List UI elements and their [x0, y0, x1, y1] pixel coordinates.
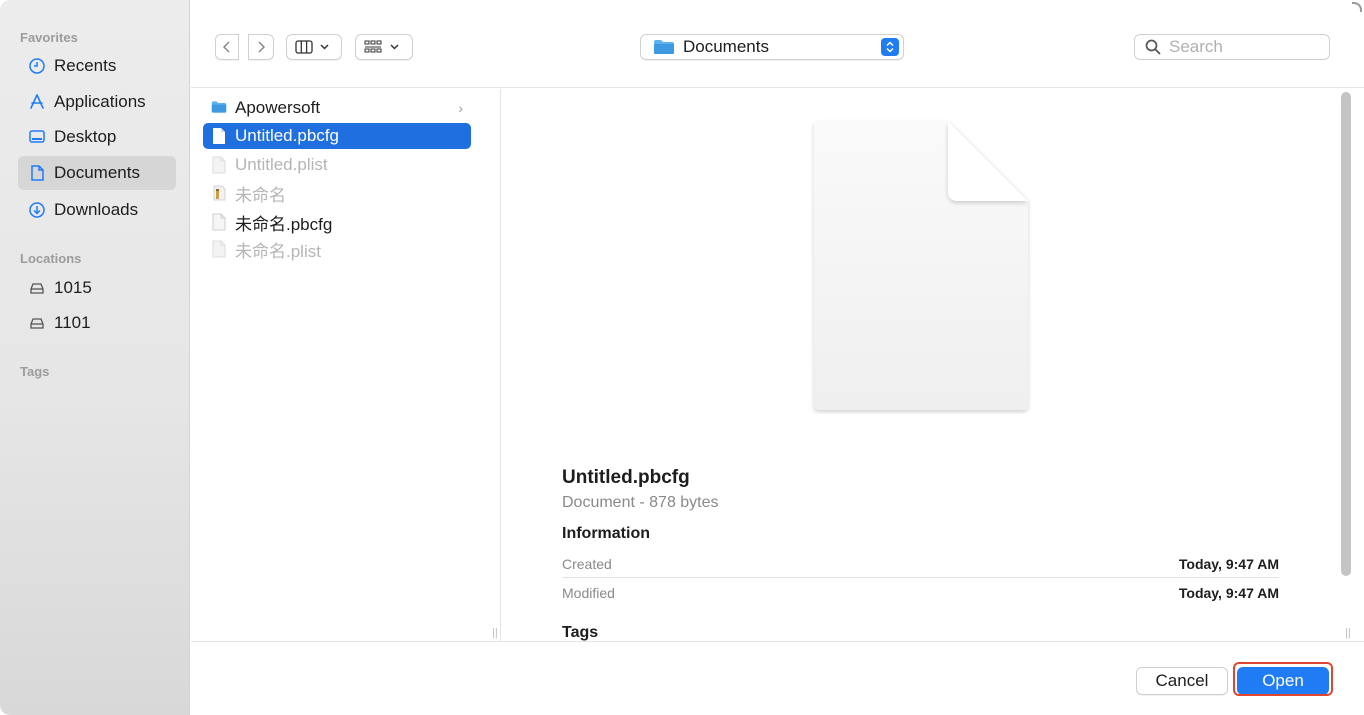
applications-icon — [28, 93, 46, 111]
sidebar-section-favorites: Favorites — [20, 30, 78, 45]
sidebar-item-label: Applications — [54, 92, 146, 111]
file-row-apowersoft[interactable]: Apowersoft › — [203, 95, 471, 121]
file-name: Untitled.plist — [235, 155, 328, 174]
sidebar-item-label: Desktop — [54, 127, 117, 146]
sidebar-item-recents[interactable]: Recents — [18, 49, 176, 83]
updown-chevron-icon — [881, 38, 899, 56]
information-heading: Information — [562, 525, 650, 542]
group-by-button[interactable] — [355, 34, 413, 60]
folder-icon — [654, 40, 674, 54]
open-button-highlight — [1233, 662, 1333, 696]
search-placeholder: Search — [1169, 37, 1223, 56]
sidebar-item-label: 1015 — [54, 278, 92, 297]
location-popup-label: Documents — [683, 37, 769, 56]
file-icon — [211, 240, 227, 258]
archive-icon — [211, 184, 227, 202]
folder-icon — [211, 99, 227, 117]
divider — [562, 577, 1279, 578]
columns-view-icon — [295, 40, 329, 54]
tags-heading: Tags — [562, 624, 599, 641]
sidebar-item-applications[interactable]: Applications — [18, 85, 176, 119]
search-field[interactable]: Search — [1134, 34, 1330, 60]
file-column: Apowersoft › Untitled.pbcfg Untitled.pli… — [191, 89, 501, 641]
modified-row: Modified Today, 9:47 AM — [562, 579, 1279, 607]
grid-view-icon — [364, 40, 399, 53]
file-icon — [211, 127, 227, 145]
file-name: Untitled.pbcfg — [235, 126, 339, 145]
cancel-button[interactable]: Cancel — [1136, 667, 1228, 695]
preview-resize-handle[interactable]: || — [1345, 627, 1351, 639]
chevron-left-icon — [222, 41, 230, 53]
file-name: 未命名.plist — [235, 241, 321, 261]
sidebar-item-label: 1101 — [54, 313, 91, 332]
open-file-dialog: Favorites Recents Applications Desktop D… — [0, 0, 1364, 715]
document-preview-icon — [814, 121, 1028, 410]
created-row: Created Today, 9:47 AM — [562, 550, 1279, 578]
drive-icon — [28, 314, 46, 332]
sidebar-section-tags: Tags — [20, 364, 50, 379]
document-icon — [28, 164, 46, 182]
search-icon — [1145, 39, 1161, 55]
desktop-icon — [28, 128, 46, 146]
forward-button[interactable] — [248, 34, 274, 60]
file-row-untitled-pbcfg[interactable]: Untitled.pbcfg — [203, 123, 471, 149]
created-label: Created — [562, 556, 612, 572]
file-row-weimingming-pbcfg[interactable]: 未命名.pbcfg — [203, 209, 471, 235]
sidebar-item-label: Documents — [54, 163, 140, 182]
sidebar-item-downloads[interactable]: Downloads — [18, 193, 176, 227]
column-resize-handle[interactable]: || — [492, 627, 498, 639]
file-icon — [211, 156, 227, 174]
file-name: 未命名 — [235, 185, 286, 205]
clock-icon — [28, 57, 46, 75]
file-name: Apowersoft — [235, 98, 321, 117]
file-row-untitled-plist[interactable]: Untitled.plist — [203, 152, 471, 178]
file-row-weimingming[interactable]: 未命名 — [203, 180, 471, 206]
modified-label: Modified — [562, 585, 615, 601]
file-icon — [211, 213, 227, 231]
sidebar-item-label: Downloads — [54, 200, 139, 219]
modified-value: Today, 9:47 AM — [1178, 585, 1279, 601]
view-columns-button[interactable] — [286, 34, 342, 60]
sidebar-item-documents[interactable]: Documents — [18, 156, 176, 190]
preview-scrollbar[interactable] — [1341, 92, 1351, 576]
file-name: 未命名.pbcfg — [235, 214, 333, 234]
sidebar-item-1101[interactable]: 1101 — [18, 306, 176, 340]
created-value: Today, 9:47 AM — [1178, 556, 1279, 572]
chevron-right-icon: › — [458, 100, 463, 116]
chevron-right-icon — [258, 41, 266, 53]
preview-title: Untitled.pbcfg — [562, 467, 690, 488]
location-popup[interactable]: Documents — [640, 34, 904, 60]
file-row-weimingming-plist[interactable]: 未命名.plist — [203, 236, 471, 262]
back-button[interactable] — [215, 34, 239, 60]
sidebar-section-locations: Locations — [20, 251, 82, 266]
sidebar-item-desktop[interactable]: Desktop — [18, 120, 176, 154]
download-icon — [28, 201, 46, 219]
sidebar-item-label: Recents — [54, 56, 117, 75]
drive-icon — [28, 279, 46, 297]
preview-subtitle: Document - 878 bytes — [562, 494, 719, 511]
sidebar-item-1015[interactable]: 1015 — [18, 271, 176, 305]
sidebar: Favorites Recents Applications Desktop D… — [0, 0, 190, 715]
